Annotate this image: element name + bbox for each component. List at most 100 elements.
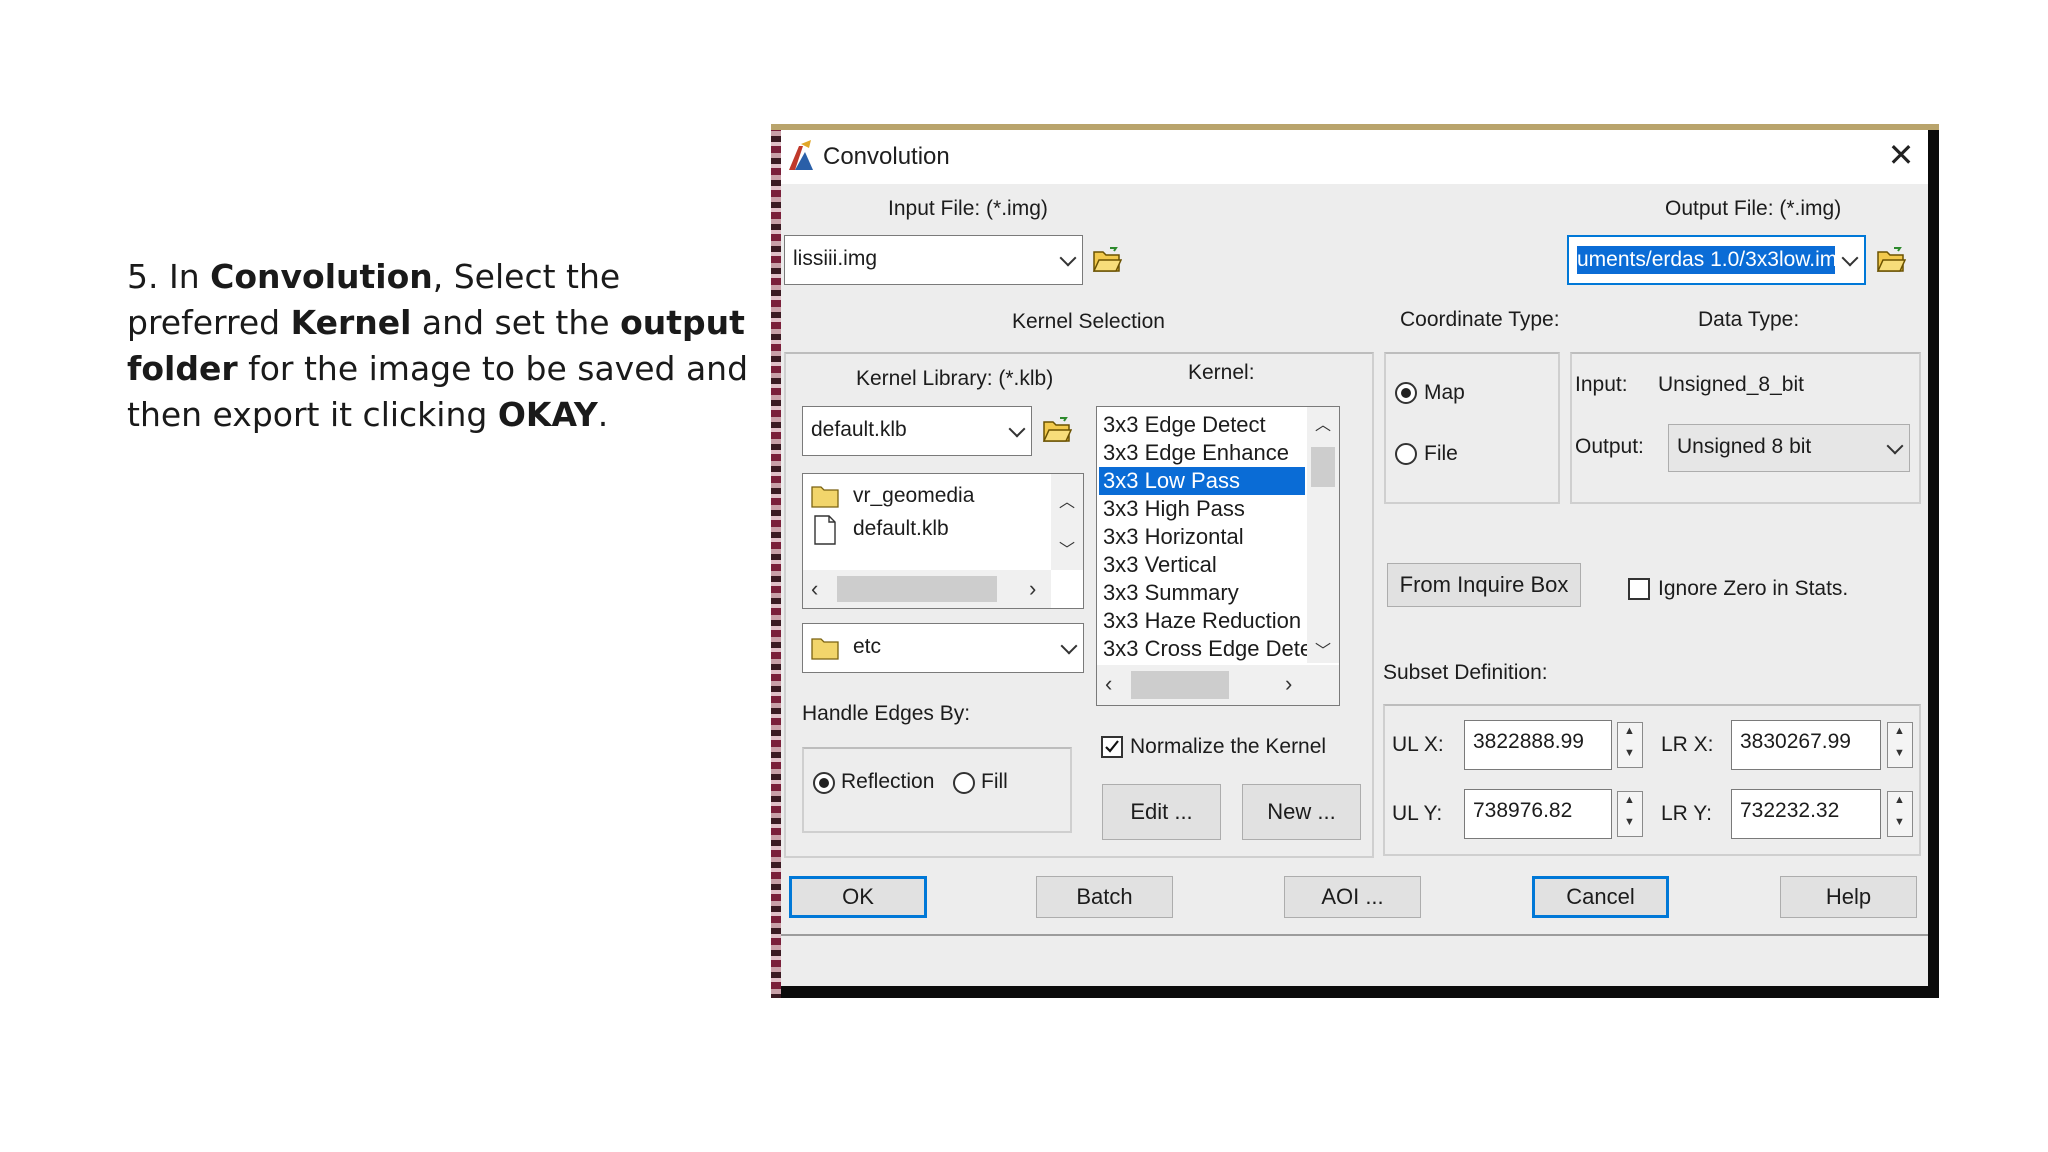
- lrx-spinner[interactable]: ▲ ▼: [1887, 722, 1913, 768]
- uly-field[interactable]: 738976.82: [1464, 789, 1612, 839]
- spin-up-icon[interactable]: ▲: [1894, 725, 1905, 737]
- lrx-label: LR X:: [1661, 733, 1714, 756]
- lry-field[interactable]: 732232.32: [1731, 789, 1881, 839]
- scroll-right-icon[interactable]: ›: [1285, 671, 1292, 697]
- lry-label: LR Y:: [1661, 802, 1712, 825]
- scroll-down-icon[interactable]: ﹀: [1315, 637, 1331, 661]
- kernel-list-item[interactable]: 3x3 Edge Enhance: [1099, 439, 1305, 467]
- data-input-label: Input:: [1575, 373, 1628, 396]
- ok-button[interactable]: OK: [789, 876, 927, 918]
- handle-edges-label: Handle Edges By:: [802, 702, 971, 725]
- ulx-value: 3822888.99: [1473, 730, 1584, 753]
- batch-button[interactable]: Batch: [1036, 876, 1173, 918]
- spin-down-icon[interactable]: ▼: [1894, 747, 1905, 759]
- spin-up-icon[interactable]: ▲: [1894, 794, 1905, 806]
- spin-down-icon[interactable]: ▼: [1894, 816, 1905, 828]
- kernel-list-item[interactable]: 3x3 Edge Detect: [1099, 411, 1305, 439]
- data-output-combo[interactable]: Unsigned 8 bit: [1668, 424, 1910, 472]
- kernel-list-item[interactable]: 3x3 Summary: [1099, 579, 1305, 607]
- scroll-up-icon[interactable]: ︿: [1315, 411, 1331, 435]
- normalize-checkbox[interactable]: [1101, 736, 1123, 758]
- scroll-left-icon[interactable]: ‹: [811, 576, 818, 602]
- kernel-list-item[interactable]: 3x3 Low Pass: [1099, 467, 1305, 495]
- spin-down-icon[interactable]: ▼: [1624, 747, 1635, 759]
- file-radio[interactable]: [1395, 443, 1417, 465]
- new-button[interactable]: New ...: [1242, 784, 1361, 840]
- erdas-icon: [789, 140, 813, 170]
- data-type-label: Data Type:: [1698, 308, 1800, 331]
- chevron-down-icon: [1841, 249, 1859, 267]
- scroll-left-icon[interactable]: ‹: [1105, 671, 1112, 697]
- directory-list[interactable]: vr_geomedia default.klb ︿ ﹀ ‹ ›: [802, 473, 1084, 609]
- open-folder-icon[interactable]: [1876, 246, 1906, 274]
- output-file-value[interactable]: uments/erdas 1.0/3x3low.img: [1577, 246, 1835, 274]
- scroll-up-icon[interactable]: ︿: [1059, 488, 1075, 512]
- kernel-list-item[interactable]: 3x3 High Pass: [1099, 495, 1305, 523]
- folder-icon: [811, 638, 839, 660]
- kernel-library-combo[interactable]: default.klb: [802, 406, 1032, 456]
- kernel-list-item[interactable]: 3x3 Haze Reduction: [1099, 607, 1305, 635]
- lry-value: 732232.32: [1740, 799, 1840, 822]
- directory-combo[interactable]: etc: [802, 623, 1084, 673]
- output-file-combo[interactable]: uments/erdas 1.0/3x3low.img: [1567, 235, 1866, 285]
- lrx-value: 3830267.99: [1740, 730, 1851, 753]
- chevron-down-icon: [1008, 420, 1026, 438]
- horizontal-scrollbar[interactable]: ‹ ›: [1097, 665, 1339, 705]
- spin-up-icon[interactable]: ▲: [1624, 794, 1635, 806]
- reflection-radio[interactable]: [813, 772, 835, 794]
- status-bar: [781, 934, 1928, 986]
- aoi-button[interactable]: AOI ...: [1284, 876, 1421, 918]
- lrx-field[interactable]: 3830267.99: [1731, 720, 1881, 770]
- scroll-thumb[interactable]: [1311, 447, 1335, 487]
- lry-spinner[interactable]: ▲ ▼: [1887, 791, 1913, 837]
- dir-item-label: vr_geomedia: [853, 484, 975, 507]
- input-file-value: lissiii.img: [793, 247, 877, 270]
- spin-up-icon[interactable]: ▲: [1624, 725, 1635, 737]
- ignore-zero-label: Ignore Zero in Stats.: [1658, 577, 1849, 600]
- kernel-list-item[interactable]: 3x3 Horizontal: [1099, 523, 1305, 551]
- instruction-bold-okay: OKAY: [497, 395, 598, 434]
- uly-spinner[interactable]: ▲ ▼: [1617, 791, 1643, 837]
- fill-label: Fill: [981, 770, 1008, 793]
- data-output-label: Output:: [1575, 435, 1644, 458]
- ulx-label: UL X:: [1392, 733, 1444, 756]
- instruction-bold-kernel: Kernel: [290, 303, 412, 342]
- ulx-field[interactable]: 3822888.99: [1464, 720, 1612, 770]
- instruction-text-2: and set the: [411, 303, 621, 342]
- from-inquire-box-button[interactable]: From Inquire Box: [1387, 563, 1581, 607]
- kernel-list-item[interactable]: 3x3 Vertical: [1099, 551, 1305, 579]
- scroll-thumb[interactable]: [837, 576, 997, 602]
- scroll-down-icon[interactable]: ﹀: [1059, 536, 1075, 560]
- desktop-background-strip: [771, 124, 781, 998]
- map-radio[interactable]: [1395, 382, 1417, 404]
- open-folder-icon[interactable]: [1042, 416, 1072, 444]
- ulx-spinner[interactable]: ▲ ▼: [1617, 722, 1643, 768]
- help-button[interactable]: Help: [1780, 876, 1917, 918]
- subset-definition-label: Subset Definition:: [1383, 661, 1548, 684]
- vertical-scrollbar[interactable]: ︿ ﹀: [1051, 474, 1083, 570]
- kernel-list-item[interactable]: 3x3 Cross Edge Detecti: [1099, 635, 1334, 663]
- ignore-zero-checkbox[interactable]: [1628, 578, 1650, 600]
- input-file-combo[interactable]: lissiii.img: [784, 235, 1083, 285]
- open-folder-icon[interactable]: [1092, 246, 1122, 274]
- kernel-list[interactable]: 3x3 Edge Detect 3x3 Edge Enhance 3x3 Low P…: [1096, 406, 1340, 706]
- close-icon[interactable]: ✕: [1884, 138, 1918, 172]
- window-title: Convolution: [823, 143, 950, 170]
- fill-radio[interactable]: [953, 772, 975, 794]
- instruction-step: 5. In: [127, 257, 211, 296]
- scroll-thumb[interactable]: [1131, 671, 1229, 699]
- output-file-label: Output File: (*.img): [1665, 197, 1842, 220]
- spin-down-icon[interactable]: ▼: [1624, 816, 1635, 828]
- vertical-scrollbar[interactable]: ︿ ﹀: [1307, 407, 1339, 663]
- data-input-value: Unsigned_8_bit: [1658, 373, 1804, 396]
- scroll-right-icon[interactable]: ›: [1029, 576, 1036, 602]
- cancel-button[interactable]: Cancel: [1532, 876, 1669, 918]
- horizontal-scrollbar[interactable]: ‹ ›: [803, 570, 1051, 608]
- edit-button[interactable]: Edit ...: [1102, 784, 1221, 840]
- directory-combo-value: etc: [853, 635, 882, 658]
- map-label: Map: [1424, 381, 1465, 404]
- input-file-label: Input File: (*.img): [888, 197, 1048, 220]
- data-output-value: Unsigned 8 bit: [1677, 435, 1812, 458]
- instruction-bold-convolution: Convolution: [210, 257, 433, 296]
- kernel-library-label: Kernel Library: (*.klb): [856, 367, 1054, 390]
